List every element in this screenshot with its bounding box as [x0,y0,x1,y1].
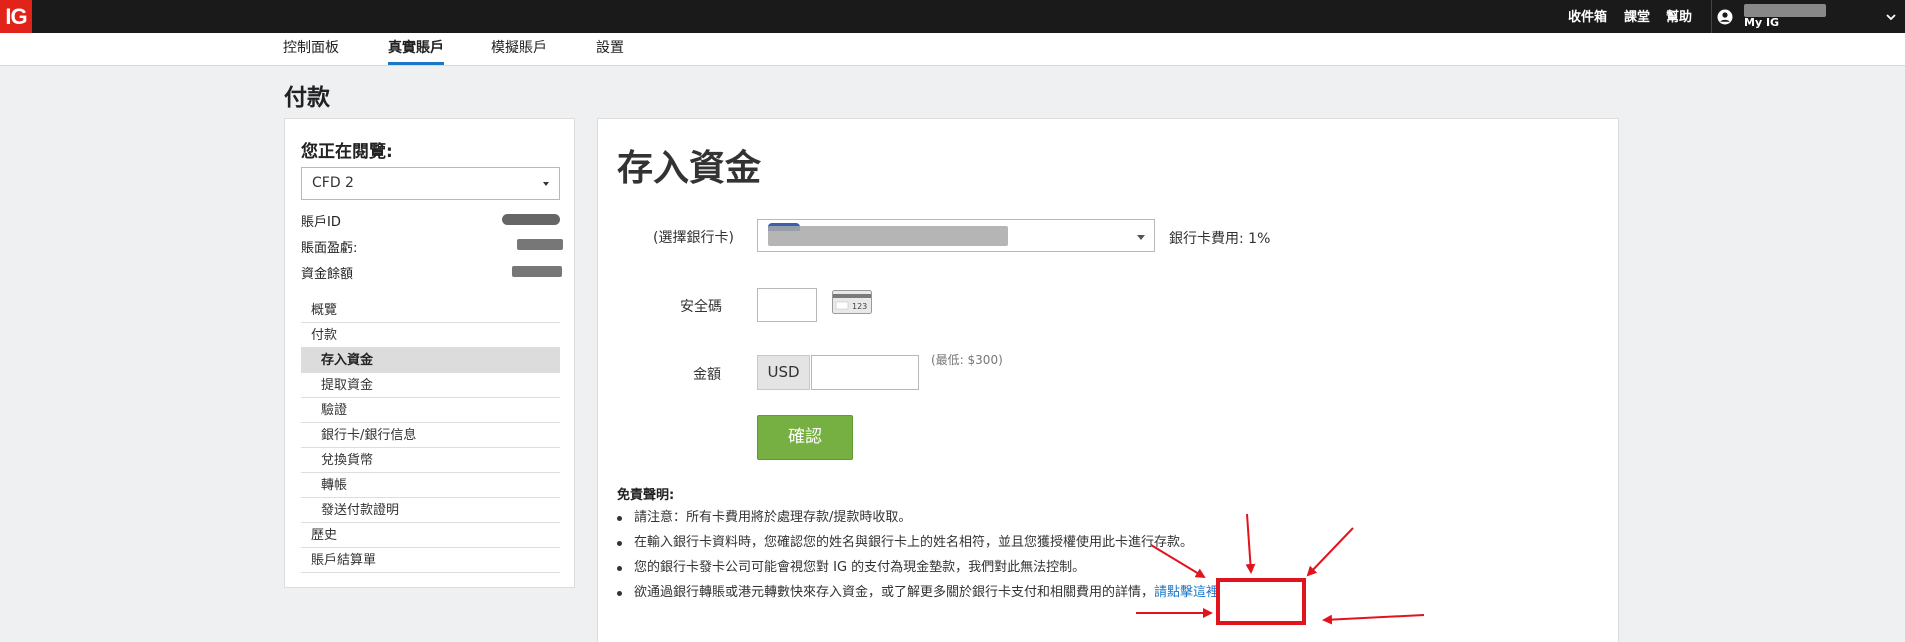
list-item: 欲通過銀行轉賬或港元轉數快來存入資金，或了解更多關於銀行卡支付和相關費用的詳情，… [617,580,1219,605]
ig-logo[interactable]: IG [0,0,32,33]
tab-settings[interactable]: 設置 [596,33,624,65]
redacted-card-number [768,226,1008,246]
sidebar-item-payments[interactable]: 付款 [301,323,560,348]
card-fee-text: 銀行卡費用: 1% [1169,231,1271,247]
pnl-label: 賬面盈虧: [301,241,358,256]
deposit-title: 存入資金 [617,148,762,189]
currency-label: USD [757,355,810,390]
caret-down-icon [543,182,549,186]
viewing-title: 您正在閱覽: [301,142,393,162]
account-sidebar: 您正在閱覽: CFD 2 賬戶ID 賬面盈虧: 資金餘額 概覽 付款 存入資金 … [284,118,575,588]
chevron-down-icon[interactable] [1885,12,1897,22]
card-select[interactable] [757,219,1155,252]
sidebar-item-convert[interactable]: 兌換貨幣 [301,448,560,473]
disclaimer-title: 免責聲明: [617,488,675,503]
annotation-highlight-box [1216,578,1306,625]
list-item: 在輸入銀行卡資料時，您確認您的姓名與銀行卡上的姓名相符，並且您獲授權使用此卡進行… [617,530,1219,555]
redacted-balance [512,266,562,277]
redacted-account-id [502,214,560,225]
card-select-label: (選擇銀行卡) [653,230,734,246]
my-ig-label[interactable]: My IG [1744,16,1779,29]
account-select-value: CFD 2 [312,175,354,191]
top-bar: IG 收件箱 課堂 幫助 My IG [0,0,1905,33]
click-here-link[interactable]: 請點擊這裡 [1154,585,1219,600]
list-item: 請注意：所有卡費用將於處理存款/提款時收取。 [617,505,1219,530]
cvv-label: 安全碼 [680,299,722,315]
user-icon[interactable] [1717,9,1733,25]
confirm-button[interactable]: 確認 [757,415,853,460]
sidebar-item-proof[interactable]: 發送付款證明 [301,498,560,523]
amount-label: 金額 [693,367,721,383]
sidebar-item-withdraw[interactable]: 提取資金 [301,373,560,398]
tab-dashboard[interactable]: 控制面板 [283,33,339,65]
account-id-label: 賬戶ID [301,215,341,230]
inbox-link[interactable]: 收件箱 [1568,0,1607,33]
disclaimer-list: 請注意：所有卡費用將於處理存款/提款時收取。 在輸入銀行卡資料時，您確認您的姓名… [617,505,1219,605]
sidebar-item-transfer[interactable]: 轉帳 [301,473,560,498]
amount-input[interactable] [811,355,919,390]
divider [1711,0,1712,33]
cvv-input[interactable] [757,288,817,322]
tab-live-account[interactable]: 真實賬戶 [388,33,444,65]
sidebar-item-overview[interactable]: 概覽 [301,298,560,323]
sidebar-item-history[interactable]: 歷史 [301,523,560,548]
cvv-icon-text: 123 [852,302,867,311]
help-link[interactable]: 幫助 [1666,0,1692,33]
card-cvv-icon: 123 [832,290,872,314]
lessons-link[interactable]: 課堂 [1624,0,1650,33]
sidebar-item-deposit[interactable]: 存入資金 [301,348,560,373]
sidebar-item-verify[interactable]: 驗證 [301,398,560,423]
tab-demo-account[interactable]: 模擬賬戶 [491,33,547,65]
page-title: 付款 [284,85,330,111]
caret-down-icon [1137,235,1145,240]
list-item: 您的銀行卡發卡公司可能會視您對 IG 的支付為現金墊款，我們對此無法控制。 [617,555,1219,580]
account-select[interactable]: CFD 2 [301,167,560,200]
sidebar-item-cards[interactable]: 銀行卡/銀行信息 [301,423,560,448]
balance-label: 資金餘額 [301,267,354,282]
account-tabs: 控制面板 真實賬戶 模擬賬戶 設置 [0,33,1905,66]
deposit-panel: 存入資金 (選擇銀行卡) 銀行卡費用: 1% 安全碼 123 金額 USD (最… [597,118,1619,642]
redacted-pnl [517,239,563,250]
sidebar-item-statements[interactable]: 賬戶結算單 [301,548,560,573]
minimum-text: (最低: $300) [931,353,1003,367]
